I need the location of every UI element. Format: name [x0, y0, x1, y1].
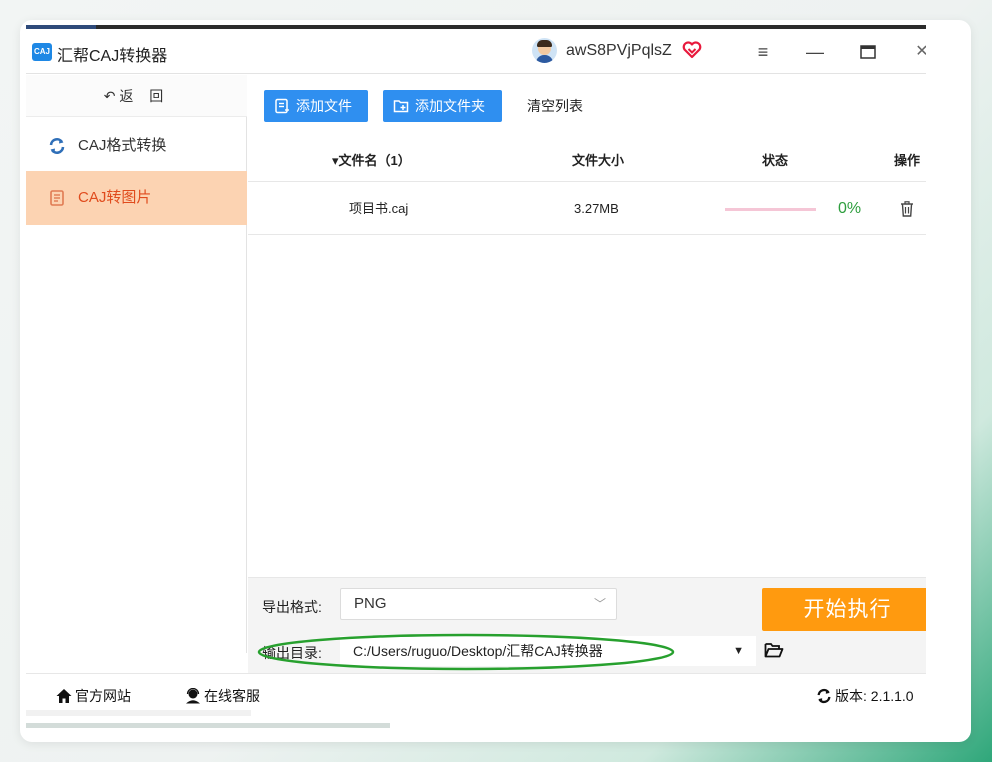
- online-service-label: 在线客服: [204, 688, 260, 704]
- sidebar-item-label: CAJ格式转换: [78, 137, 167, 154]
- official-site-link[interactable]: 官方网站: [56, 686, 131, 706]
- export-format-label: 导出格式:: [262, 599, 322, 615]
- card-bottom-line: [26, 723, 390, 728]
- customer-service-icon: [186, 688, 200, 704]
- trash-icon[interactable]: [900, 201, 914, 217]
- file-name: 项目书.caj: [349, 201, 409, 216]
- progress-bar: [725, 208, 816, 211]
- back-button[interactable]: ↶ 返 回: [26, 75, 247, 117]
- back-arrow-icon: ↶: [103, 88, 116, 104]
- maximize-button[interactable]: [855, 39, 881, 65]
- add-file-label: 添加文件: [296, 98, 352, 114]
- add-folder-button[interactable]: 添加文件夹: [383, 90, 502, 122]
- dropdown-arrow-icon: ▼: [733, 645, 744, 657]
- refresh-icon: [817, 688, 831, 704]
- username[interactable]: awS8PVjPqlsZ: [566, 42, 672, 60]
- home-icon: [56, 689, 72, 703]
- open-folder-icon[interactable]: [764, 641, 784, 659]
- export-format-select[interactable]: PNG ﹀: [340, 588, 617, 620]
- footer-scrollbar: [26, 710, 251, 716]
- table-row[interactable]: 项目书.caj 3.27MB 0%: [248, 183, 926, 235]
- version-info[interactable]: 版本: 2.1.1.0: [816, 686, 914, 706]
- document-icon: [50, 190, 64, 206]
- highlight-ellipse: [257, 633, 675, 671]
- file-table-header: ▾文件名（1） 文件大小 状态 操作: [248, 140, 926, 182]
- menu-button[interactable]: ≡: [750, 39, 776, 65]
- column-header-size: 文件大小: [572, 153, 625, 168]
- close-button[interactable]: ✕: [909, 39, 926, 65]
- title-bar: CAJ 汇帮CAJ转换器 awS8PVjPqlsZ ≡ — ✕: [26, 29, 926, 74]
- add-folder-icon: [393, 100, 409, 113]
- file-size: 3.27MB: [574, 201, 619, 216]
- online-service-link[interactable]: 在线客服: [185, 686, 260, 706]
- column-header-name[interactable]: ▾文件名（1）: [332, 140, 411, 182]
- column-header-operation: 操作: [894, 153, 921, 168]
- app-window: CAJ 汇帮CAJ转换器 awS8PVjPqlsZ ≡ — ✕ ↶ 返 回 CA…: [26, 25, 926, 719]
- progress-percent: 0%: [838, 200, 862, 217]
- app-logo-icon: CAJ: [32, 43, 52, 61]
- add-file-button[interactable]: 添加文件: [264, 90, 368, 122]
- start-button[interactable]: 开始执行: [762, 588, 926, 631]
- vip-heart-icon[interactable]: [682, 40, 702, 60]
- add-file-icon: [275, 98, 289, 114]
- sidebar: ↶ 返 回 CAJ格式转换 CAJ转图片: [26, 75, 247, 653]
- chevron-down-icon: ﹀: [593, 597, 606, 611]
- back-label: 返 回: [119, 88, 170, 104]
- main-panel: 添加文件 添加文件夹 清空列表 ▾文件名（1） 文件大小 状态 操作 项目书.c…: [248, 75, 926, 653]
- version-label: 版本: 2.1.1.0: [835, 688, 914, 704]
- add-folder-label: 添加文件夹: [415, 98, 485, 114]
- column-header-status: 状态: [762, 153, 789, 168]
- footer: 官方网站 在线客服 版本: 2.1.1.0: [26, 673, 926, 719]
- app-title: 汇帮CAJ转换器: [57, 48, 168, 65]
- sidebar-item-caj-to-image[interactable]: CAJ转图片: [26, 171, 247, 225]
- user-avatar[interactable]: [532, 38, 557, 63]
- export-settings: 导出格式: PNG ﹀ 输出目录: C:/Users/ruguo/Desktop…: [248, 577, 926, 673]
- official-site-label: 官方网站: [75, 688, 131, 704]
- export-format-value: PNG: [354, 595, 387, 612]
- refresh-icon: [49, 138, 65, 154]
- minimize-button[interactable]: —: [802, 39, 828, 65]
- sidebar-item-caj-format[interactable]: CAJ格式转换: [26, 119, 247, 173]
- clear-list-button[interactable]: 清空列表: [527, 90, 583, 122]
- sidebar-item-label: CAJ转图片: [78, 189, 152, 206]
